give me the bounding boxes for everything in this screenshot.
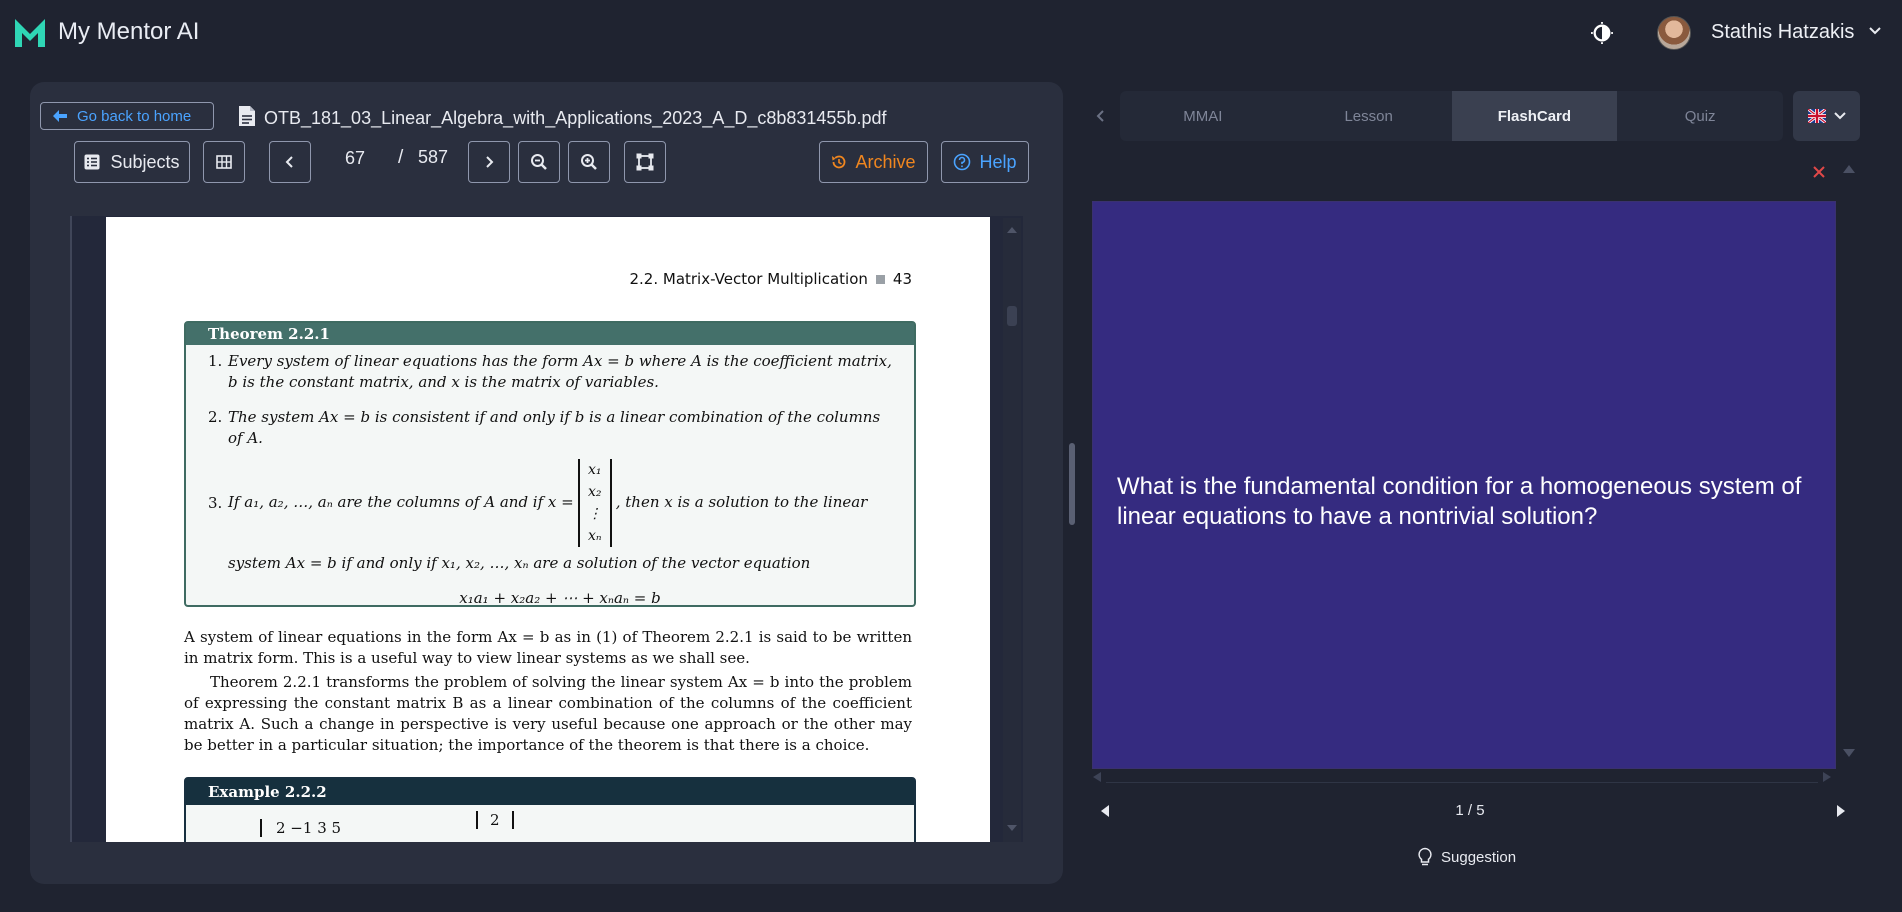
- next-page-button[interactable]: [468, 141, 510, 183]
- example-box: Example 2.2.2 2 −1 3 5 2: [184, 777, 916, 842]
- caret-right-icon[interactable]: [1822, 771, 1832, 783]
- running-head: 2.2. Matrix-Vector Multiplication 43: [629, 270, 912, 288]
- triangle-up-icon[interactable]: [1006, 226, 1018, 234]
- history-icon: [832, 155, 846, 169]
- theorem-box: Theorem 2.2.1 1. Every system of linear e…: [184, 321, 916, 607]
- archive-button[interactable]: Archive: [819, 141, 928, 183]
- help-label: Help: [979, 151, 1017, 172]
- caret-left-icon[interactable]: [1092, 771, 1102, 783]
- example-vector: 2: [476, 811, 514, 829]
- zoom-in-button[interactable]: [568, 141, 610, 183]
- app-title: My Mentor AI: [58, 18, 200, 45]
- theorem-item-number: 2.: [208, 408, 223, 426]
- uk-flag-icon: [1807, 109, 1826, 123]
- horizontal-scrollbar[interactable]: [1106, 782, 1818, 783]
- tab-lesson[interactable]: Lesson: [1286, 91, 1452, 141]
- logo-m-icon: [15, 19, 45, 47]
- next-card-button[interactable]: [1835, 803, 1847, 819]
- theorem-item-number: 1.: [208, 352, 223, 370]
- subjects-button[interactable]: Subjects: [74, 141, 190, 183]
- list-icon: [84, 154, 100, 170]
- chevron-left-icon: [285, 156, 293, 168]
- chevron-down-icon: [1833, 112, 1846, 120]
- fit-page-button[interactable]: [624, 141, 666, 183]
- app-logo[interactable]: My Mentor AI: [12, 14, 199, 50]
- scrollbar-thumb[interactable]: [1007, 306, 1017, 326]
- go-back-home-button[interactable]: Go back to home: [40, 102, 214, 130]
- theorem-list: 1. Every system of linear equations has t…: [186, 345, 914, 609]
- document-file-name: OTB_181_03_Linear_Algebra_with_Applicati…: [264, 108, 887, 128]
- language-selector[interactable]: [1793, 91, 1860, 141]
- triangle-down-icon[interactable]: [1842, 748, 1856, 758]
- theorem-title: Theorem 2.2.1: [186, 323, 914, 345]
- theorem-item-text: The system Ax = b is consistent if and o…: [228, 408, 881, 447]
- previous-card-button[interactable]: [1099, 803, 1111, 819]
- close-icon[interactable]: [1811, 164, 1827, 180]
- tab-flashcard[interactable]: FlashCard: [1451, 91, 1618, 141]
- theorem-item-text: system Ax = b if and only if x₁, x₂, …, …: [228, 554, 811, 572]
- grid-icon: [216, 155, 232, 169]
- theorem-item-text: Every system of linear equations has the…: [228, 352, 892, 391]
- example-matrix: 2 −1 3 5: [260, 819, 406, 837]
- separator-square: [875, 275, 885, 284]
- theorem-item: 2. The system Ax = b is consistent if and…: [208, 407, 892, 449]
- subjects-label: Subjects: [110, 151, 180, 172]
- theme-toggle-icon[interactable]: [1591, 22, 1613, 44]
- triangle-up-icon[interactable]: [1842, 164, 1856, 174]
- theorem-item: 1. Every system of linear equations has t…: [208, 351, 892, 393]
- suggestion-button[interactable]: Suggestion: [1417, 847, 1516, 867]
- theorem-item-number: 3.: [208, 494, 223, 512]
- tab-mmai[interactable]: MMAI: [1120, 91, 1286, 141]
- fit-page-icon: [636, 153, 654, 171]
- example-title: Example 2.2.2: [186, 779, 914, 805]
- zoom-in-icon: [581, 154, 597, 170]
- card-counter: 1 / 5: [1455, 802, 1485, 819]
- flashcard-question: What is the fundamental condition for a …: [1117, 473, 1802, 530]
- theorem-item-text: If a₁, a₂, …, aₙ are the columns of A an…: [228, 493, 574, 511]
- matrix-entry: xₙ: [587, 528, 602, 544]
- current-page-input[interactable]: 67: [340, 148, 370, 169]
- matrix-entry: ⋮: [587, 506, 602, 522]
- thumbnails-button[interactable]: [203, 141, 245, 183]
- paragraph: Theorem 2.2.1 transforms the problem of …: [184, 673, 912, 754]
- go-back-home-label: Go back to home: [77, 107, 192, 125]
- running-head-title: 2.2. Matrix-Vector Multiplication: [629, 270, 868, 288]
- chevron-left-icon[interactable]: [1093, 108, 1109, 124]
- zoom-out-button[interactable]: [518, 141, 560, 183]
- help-circle-icon: [954, 153, 971, 171]
- help-button[interactable]: Help: [941, 141, 1029, 183]
- previous-page-button[interactable]: [269, 141, 311, 183]
- running-head-page: 43: [892, 270, 912, 288]
- matrix-entry: x₂: [587, 484, 602, 500]
- triangle-down-icon[interactable]: [1006, 824, 1018, 832]
- mode-tabs: MMAI Lesson FlashCard Quiz: [1120, 91, 1783, 141]
- document-gutter: [70, 216, 72, 842]
- archive-label: Archive: [855, 151, 916, 172]
- vector-x-matrix: x₁ x₂ ⋮ xₙ: [577, 459, 612, 547]
- panel-resize-handle[interactable]: [1069, 443, 1075, 525]
- theorem-item-text: , then x is a solution to the linear: [615, 493, 868, 511]
- theorem-item: 3. If a₁, a₂, …, aₙ are the columns of A…: [208, 459, 892, 609]
- arrow-left-icon: [53, 110, 67, 122]
- suggestion-label: Suggestion: [1441, 848, 1517, 866]
- tab-quiz[interactable]: Quiz: [1617, 91, 1783, 141]
- zoom-out-icon: [531, 154, 547, 170]
- total-pages: 587: [418, 147, 449, 167]
- vector-equation: x₁a₁ + x₂a₂ + ⋯ + xₙaₙ = b: [459, 589, 661, 607]
- chevron-right-icon: [486, 156, 494, 168]
- lightbulb-icon: [1418, 847, 1432, 866]
- paragraph: A system of linear equations in the form…: [184, 628, 912, 667]
- pdf-page: 2.2. Matrix-Vector Multiplication 43 Theo…: [106, 217, 990, 842]
- file-icon: [239, 106, 255, 126]
- user-name[interactable]: Stathis Hatzakis: [1711, 21, 1854, 44]
- matrix-entry: x₁: [587, 462, 602, 478]
- chevron-down-icon[interactable]: [1868, 24, 1882, 38]
- avatar[interactable]: [1657, 16, 1691, 50]
- page-separator: /: [398, 147, 404, 168]
